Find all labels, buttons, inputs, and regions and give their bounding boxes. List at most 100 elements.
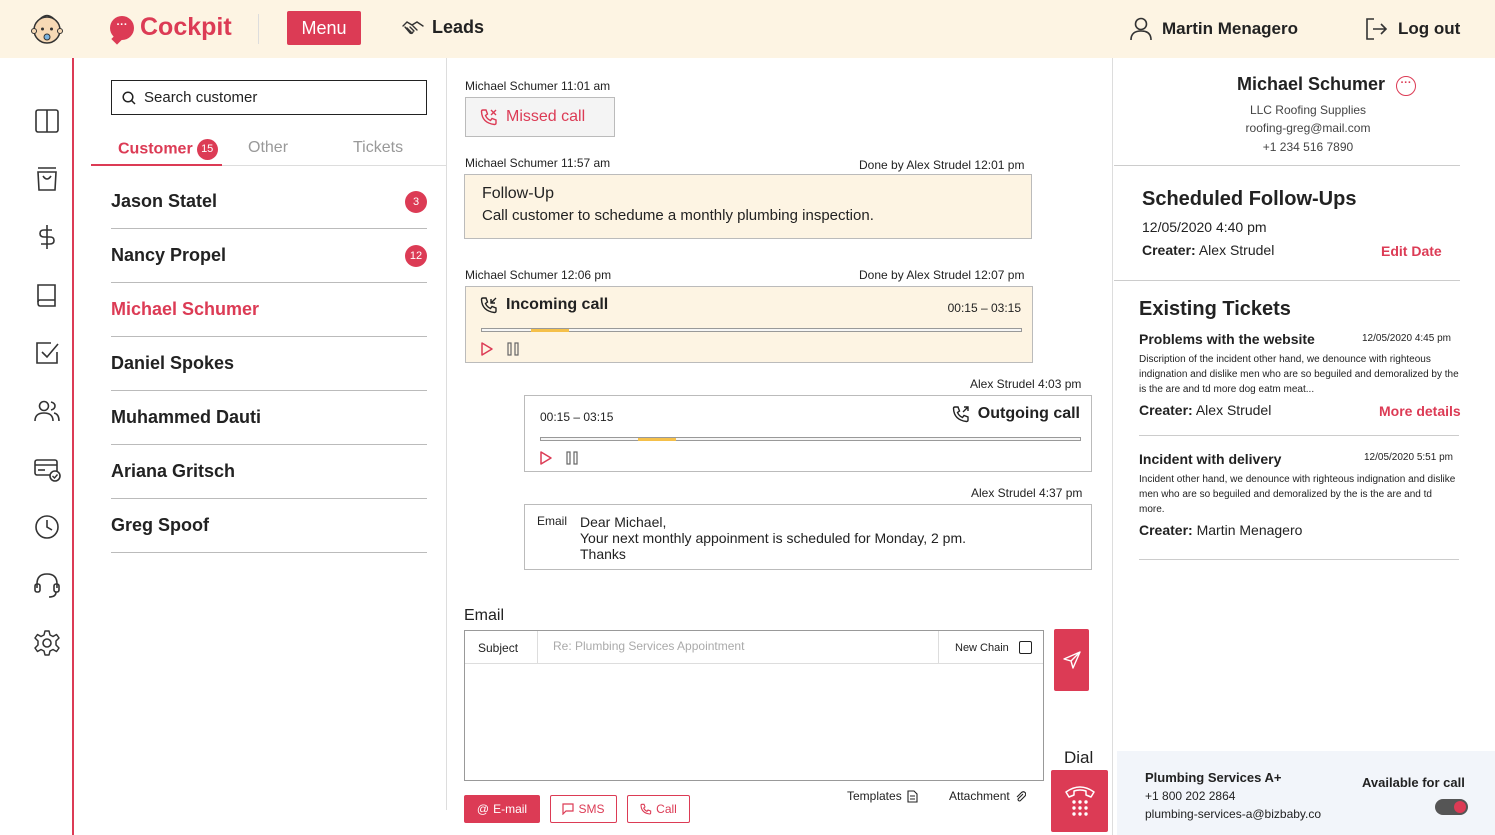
layout-icon[interactable] (33, 107, 61, 135)
unread-badge: 12 (405, 245, 427, 267)
customer-item[interactable]: Jason Statel 3 (111, 175, 427, 229)
dialpad-phone-icon (1064, 786, 1095, 816)
email-channel-button[interactable]: @ E-mail (464, 795, 540, 823)
customer-item-selected[interactable]: Michael Schumer (111, 283, 427, 337)
leads-link[interactable]: Leads (402, 17, 484, 38)
ticket-creator: Creater: Martin Menagero (1139, 522, 1302, 538)
column-divider (1112, 58, 1113, 835)
followup-date: 12/05/2020 4:40 pm (1142, 219, 1267, 235)
ticket-description: Discription of the incident other hand, … (1139, 354, 1459, 395)
checkbox-icon[interactable] (33, 339, 61, 367)
incoming-call-event[interactable]: Incoming call 00:15 – 03:15 (465, 286, 1033, 363)
audio-progress-track[interactable] (540, 437, 1081, 441)
top-bar: ··· Cockpit Menu Leads Martin Menagero L… (0, 0, 1495, 58)
call-title-label: Outgoing call (977, 405, 1080, 422)
email-event[interactable]: Email Dear Michael, Your next monthly ap… (524, 504, 1092, 570)
shopping-bag-icon[interactable] (33, 165, 61, 193)
dial-button[interactable] (1051, 770, 1108, 832)
settings-icon[interactable] (33, 629, 61, 657)
new-chain-checkbox[interactable] (1018, 641, 1032, 654)
headset-icon[interactable] (33, 571, 61, 599)
tab-customer-label: Customer (118, 140, 193, 158)
icon-rail (0, 58, 74, 835)
customer-item[interactable]: Greg Spoof (111, 499, 427, 553)
user-profile[interactable]: Martin Menagero (1130, 17, 1298, 41)
followup-title: Follow-Up (482, 185, 555, 202)
user-name: Martin Menagero (1162, 19, 1299, 38)
menu-button[interactable]: Menu (287, 11, 361, 45)
agent-email: plumbing-services-a@bizbaby.co (1145, 807, 1322, 821)
agent-card: Plumbing Services A+ +1 800 202 2864 plu… (1117, 751, 1495, 835)
creator-label: Creater: (1142, 242, 1196, 258)
event-meta: Alex Strudel 4:37 pm (971, 486, 1083, 500)
edit-date-link[interactable]: Edit Date (1381, 243, 1442, 259)
customer-item[interactable]: Nancy Propel 12 (111, 229, 427, 283)
profile-company: LLC Roofing Supplies (1249, 103, 1367, 117)
event-meta: Michael Schumer 11:57 am (465, 156, 611, 170)
event-meta: Michael Schumer 11:01 am (465, 79, 611, 93)
call-duration: 00:15 – 03:15 (947, 301, 1021, 315)
missed-call-event[interactable]: Missed call (465, 97, 615, 137)
play-icon[interactable] (480, 341, 494, 357)
profile-phone[interactable]: +1 234 516 7890 (1208, 140, 1408, 154)
book-icon[interactable] (33, 281, 61, 309)
templates-label: Templates (847, 789, 902, 803)
outgoing-call-icon (952, 406, 969, 423)
clock-icon[interactable] (33, 513, 61, 541)
more-details-link[interactable]: More details (1379, 403, 1461, 419)
event-meta: Michael Schumer 12:06 pm (465, 268, 612, 282)
audio-controls (539, 450, 579, 466)
outgoing-call-event[interactable]: 00:15 – 03:15 Outgoing call (524, 395, 1092, 472)
templates-button[interactable]: Templates (847, 789, 918, 803)
call-channel-button[interactable]: Call (627, 795, 690, 823)
customer-name: Michael Schumer (111, 299, 260, 319)
more-options-icon[interactable]: ··· (1396, 76, 1416, 96)
play-icon[interactable] (539, 450, 553, 466)
subject-input[interactable] (553, 639, 933, 653)
tab-customer[interactable]: Customer 15 (118, 139, 218, 160)
email-line: Dear Michael, (580, 514, 667, 530)
profile-email[interactable]: roofing-greg@mail.com (1208, 121, 1408, 135)
attachment-button[interactable]: Attachment (949, 789, 1026, 803)
leads-label: Leads (432, 17, 485, 37)
audio-controls (480, 341, 520, 357)
column-divider (446, 58, 447, 810)
customer-item[interactable]: Ariana Gritsch (111, 445, 427, 499)
baby-logo-icon[interactable] (28, 10, 66, 48)
missed-call-icon (480, 109, 497, 126)
incoming-call-icon (480, 297, 497, 314)
tab-tickets[interactable]: Tickets (353, 139, 403, 157)
ticket-title[interactable]: Problems with the website (1139, 331, 1315, 347)
message-body[interactable] (465, 665, 1043, 780)
users-icon[interactable] (33, 397, 61, 425)
dollar-icon[interactable] (33, 223, 61, 251)
customer-item[interactable]: Muhammed Dauti (111, 391, 427, 445)
audio-progress-track[interactable] (481, 328, 1022, 332)
pause-icon[interactable] (506, 341, 520, 357)
availability-toggle[interactable] (1435, 799, 1468, 815)
logout-button[interactable]: Log out (1364, 17, 1460, 41)
tab-other[interactable]: Other (248, 139, 288, 157)
followup-event[interactable]: Follow-Up Call customer to schedume a mo… (464, 174, 1032, 239)
customer-name: Muhammed Dauti (111, 407, 262, 427)
sms-channel-button[interactable]: SMS (550, 795, 617, 823)
call-channel-label: Call (656, 802, 677, 816)
creator-label: Creater: (1139, 402, 1193, 418)
tickets-heading: Existing Tickets (1139, 298, 1291, 320)
billing-icon[interactable] (33, 455, 61, 483)
audio-progress-fill (638, 438, 676, 441)
ticket-title[interactable]: Incident with delivery (1139, 451, 1281, 467)
search-input[interactable] (144, 89, 404, 106)
customer-item[interactable]: Daniel Spokes (111, 337, 427, 391)
brand[interactable]: ··· Cockpit (110, 13, 232, 42)
followup-creator: Creater: Alex Strudel (1142, 242, 1274, 258)
customer-search[interactable] (111, 80, 427, 115)
email-body: Dear Michael, Your next monthly appoinme… (580, 514, 966, 562)
agent-phone: +1 800 202 2864 (1145, 789, 1236, 803)
sms-channel-label: SMS (578, 802, 605, 816)
send-button[interactable] (1054, 629, 1089, 691)
pause-icon[interactable] (565, 450, 579, 466)
email-compose: Subject New Chain (464, 630, 1044, 781)
email-line: Your next monthly appoinment is schedule… (580, 530, 966, 546)
new-chain-option[interactable]: New Chain (955, 641, 1032, 654)
